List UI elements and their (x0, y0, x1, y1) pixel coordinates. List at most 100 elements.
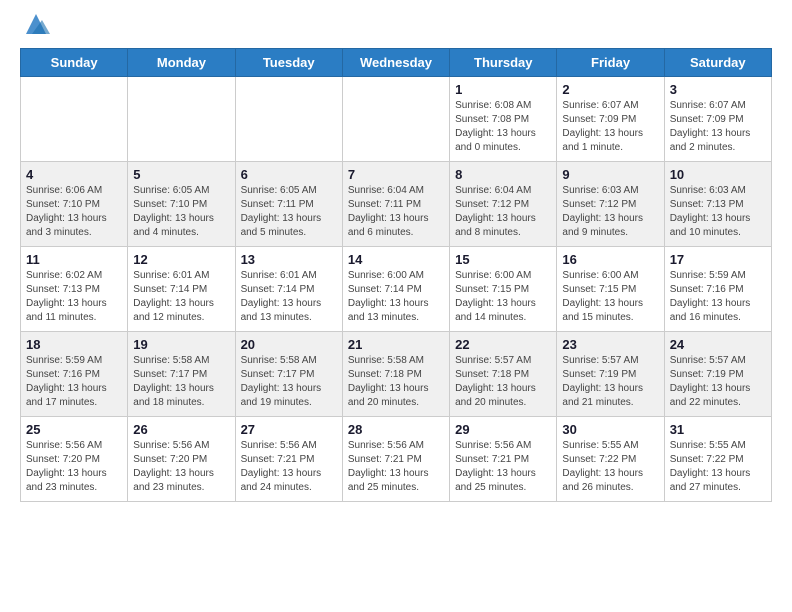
day-info: Sunrise: 5:57 AM Sunset: 7:19 PM Dayligh… (670, 354, 766, 410)
day-info: Sunrise: 5:58 AM Sunset: 7:18 PM Dayligh… (348, 354, 444, 410)
day-number: 28 (348, 422, 444, 437)
table-row: 1Sunrise: 6:08 AM Sunset: 7:08 PM Daylig… (450, 77, 557, 162)
table-row: 16Sunrise: 6:00 AM Sunset: 7:15 PM Dayli… (557, 247, 664, 332)
table-row: 24 Sunrise: 5:57 AM Sunset: 7:19 PM Dayli… (664, 332, 771, 417)
logo-icon (22, 10, 50, 38)
table-row: 31 Sunrise: 5:55 AM Sunset: 7:22 PM Dayli… (664, 417, 771, 502)
day-number: 30 (562, 422, 658, 437)
day-number: 31 (670, 422, 766, 437)
day-number: 18 (26, 337, 122, 352)
day-info: Sunrise: 6:08 AM Sunset: 7:08 PM Dayligh… (455, 99, 551, 155)
day-number: 27 (241, 422, 337, 437)
day-info: Sunrise: 6:01 AM Sunset: 7:14 PM Dayligh… (133, 269, 229, 325)
day-number: 14 (348, 252, 444, 267)
table-row: 22 Sunrise: 5:57 AM Sunset: 7:18 PM Dayli… (450, 332, 557, 417)
table-row: 21 Sunrise: 5:58 AM Sunset: 7:18 PM Dayli… (342, 332, 449, 417)
day-number: 11 (26, 252, 122, 267)
day-info: Sunrise: 5:58 AM Sunset: 7:17 PM Dayligh… (133, 354, 229, 410)
day-info: Sunrise: 5:57 AM Sunset: 7:18 PM Dayligh… (455, 354, 551, 410)
day-info: Sunrise: 6:03 AM Sunset: 7:12 PM Dayligh… (562, 184, 658, 240)
weekday-header: Thursday (450, 49, 557, 77)
table-row: 2 Sunrise: 6:07 AM Sunset: 7:09 PM Daylig… (557, 77, 664, 162)
day-info: Sunrise: 5:56 AM Sunset: 7:20 PM Dayligh… (26, 439, 122, 495)
day-number: 16 (562, 252, 658, 267)
day-number: 24 (670, 337, 766, 352)
day-number: 7 (348, 167, 444, 182)
day-info: Sunrise: 6:01 AM Sunset: 7:14 PM Dayligh… (241, 269, 337, 325)
day-info: Sunrise: 6:03 AM Sunset: 7:13 PM Dayligh… (670, 184, 766, 240)
day-info: Sunrise: 6:05 AM Sunset: 7:11 PM Dayligh… (241, 184, 337, 240)
table-row: 13 Sunrise: 6:01 AM Sunset: 7:14 PM Dayli… (235, 247, 342, 332)
table-row: 5Sunrise: 6:05 AM Sunset: 7:10 PM Daylig… (128, 162, 235, 247)
table-row: 15 Sunrise: 6:00 AM Sunset: 7:15 PM Dayli… (450, 247, 557, 332)
day-info: Sunrise: 5:59 AM Sunset: 7:16 PM Dayligh… (26, 354, 122, 410)
day-info: Sunrise: 6:00 AM Sunset: 7:15 PM Dayligh… (455, 269, 551, 325)
weekday-header: Friday (557, 49, 664, 77)
table-row: 14 Sunrise: 6:00 AM Sunset: 7:14 PM Dayli… (342, 247, 449, 332)
table-row: 8 Sunrise: 6:04 AM Sunset: 7:12 PM Daylig… (450, 162, 557, 247)
table-row: 7 Sunrise: 6:04 AM Sunset: 7:11 PM Daylig… (342, 162, 449, 247)
day-info: Sunrise: 6:06 AM Sunset: 7:10 PM Dayligh… (26, 184, 122, 240)
day-info: Sunrise: 5:56 AM Sunset: 7:21 PM Dayligh… (241, 439, 337, 495)
calendar-week-row: 18 Sunrise: 5:59 AM Sunset: 7:16 PM Dayli… (21, 332, 772, 417)
day-number: 26 (133, 422, 229, 437)
day-number: 25 (26, 422, 122, 437)
table-row: 27 Sunrise: 5:56 AM Sunset: 7:21 PM Dayli… (235, 417, 342, 502)
table-row: 10 Sunrise: 6:03 AM Sunset: 7:13 PM Dayli… (664, 162, 771, 247)
table-row: 4 Sunrise: 6:06 AM Sunset: 7:10 PM Daylig… (21, 162, 128, 247)
day-number: 6 (241, 167, 337, 182)
day-number: 15 (455, 252, 551, 267)
table-row: 25 Sunrise: 5:56 AM Sunset: 7:20 PM Dayli… (21, 417, 128, 502)
table-row: 23 Sunrise: 5:57 AM Sunset: 7:19 PM Dayli… (557, 332, 664, 417)
table-row: 29 Sunrise: 5:56 AM Sunset: 7:21 PM Dayli… (450, 417, 557, 502)
day-number: 12 (133, 252, 229, 267)
day-number: 9 (562, 167, 658, 182)
table-row: 12 Sunrise: 6:01 AM Sunset: 7:14 PM Dayli… (128, 247, 235, 332)
table-row: 11 Sunrise: 6:02 AM Sunset: 7:13 PM Dayli… (21, 247, 128, 332)
day-number: 19 (133, 337, 229, 352)
day-info: Sunrise: 6:07 AM Sunset: 7:09 PM Dayligh… (670, 99, 766, 155)
calendar-table: SundayMondayTuesdayWednesdayThursdayFrid… (20, 48, 772, 502)
table-row: 26 Sunrise: 5:56 AM Sunset: 7:20 PM Dayli… (128, 417, 235, 502)
table-row (128, 77, 235, 162)
table-row (21, 77, 128, 162)
day-number: 8 (455, 167, 551, 182)
day-info: Sunrise: 5:56 AM Sunset: 7:20 PM Dayligh… (133, 439, 229, 495)
table-row: 17Sunrise: 5:59 AM Sunset: 7:16 PM Dayli… (664, 247, 771, 332)
day-number: 10 (670, 167, 766, 182)
day-number: 21 (348, 337, 444, 352)
weekday-header: Saturday (664, 49, 771, 77)
page-header (20, 20, 772, 38)
calendar-week-row: 25 Sunrise: 5:56 AM Sunset: 7:20 PM Dayli… (21, 417, 772, 502)
day-number: 22 (455, 337, 551, 352)
table-row: 20Sunrise: 5:58 AM Sunset: 7:17 PM Dayli… (235, 332, 342, 417)
day-info: Sunrise: 5:59 AM Sunset: 7:16 PM Dayligh… (670, 269, 766, 325)
day-number: 4 (26, 167, 122, 182)
day-info: Sunrise: 6:04 AM Sunset: 7:11 PM Dayligh… (348, 184, 444, 240)
day-info: Sunrise: 6:00 AM Sunset: 7:14 PM Dayligh… (348, 269, 444, 325)
day-info: Sunrise: 5:55 AM Sunset: 7:22 PM Dayligh… (670, 439, 766, 495)
day-info: Sunrise: 5:57 AM Sunset: 7:19 PM Dayligh… (562, 354, 658, 410)
day-info: Sunrise: 6:04 AM Sunset: 7:12 PM Dayligh… (455, 184, 551, 240)
day-number: 5 (133, 167, 229, 182)
calendar-week-row: 1Sunrise: 6:08 AM Sunset: 7:08 PM Daylig… (21, 77, 772, 162)
table-row: 19 Sunrise: 5:58 AM Sunset: 7:17 PM Dayli… (128, 332, 235, 417)
day-number: 23 (562, 337, 658, 352)
day-number: 2 (562, 82, 658, 97)
day-number: 13 (241, 252, 337, 267)
weekday-header: Sunday (21, 49, 128, 77)
day-info: Sunrise: 5:56 AM Sunset: 7:21 PM Dayligh… (455, 439, 551, 495)
weekday-header: Monday (128, 49, 235, 77)
day-info: Sunrise: 6:07 AM Sunset: 7:09 PM Dayligh… (562, 99, 658, 155)
table-row: 30 Sunrise: 5:55 AM Sunset: 7:22 PM Dayli… (557, 417, 664, 502)
calendar-week-row: 4 Sunrise: 6:06 AM Sunset: 7:10 PM Daylig… (21, 162, 772, 247)
weekday-header: Tuesday (235, 49, 342, 77)
logo (20, 20, 50, 38)
day-info: Sunrise: 6:02 AM Sunset: 7:13 PM Dayligh… (26, 269, 122, 325)
table-row: 28Sunrise: 5:56 AM Sunset: 7:21 PM Dayli… (342, 417, 449, 502)
day-info: Sunrise: 5:55 AM Sunset: 7:22 PM Dayligh… (562, 439, 658, 495)
day-number: 20 (241, 337, 337, 352)
table-row: 3Sunrise: 6:07 AM Sunset: 7:09 PM Daylig… (664, 77, 771, 162)
day-number: 29 (455, 422, 551, 437)
calendar-week-row: 11 Sunrise: 6:02 AM Sunset: 7:13 PM Dayli… (21, 247, 772, 332)
